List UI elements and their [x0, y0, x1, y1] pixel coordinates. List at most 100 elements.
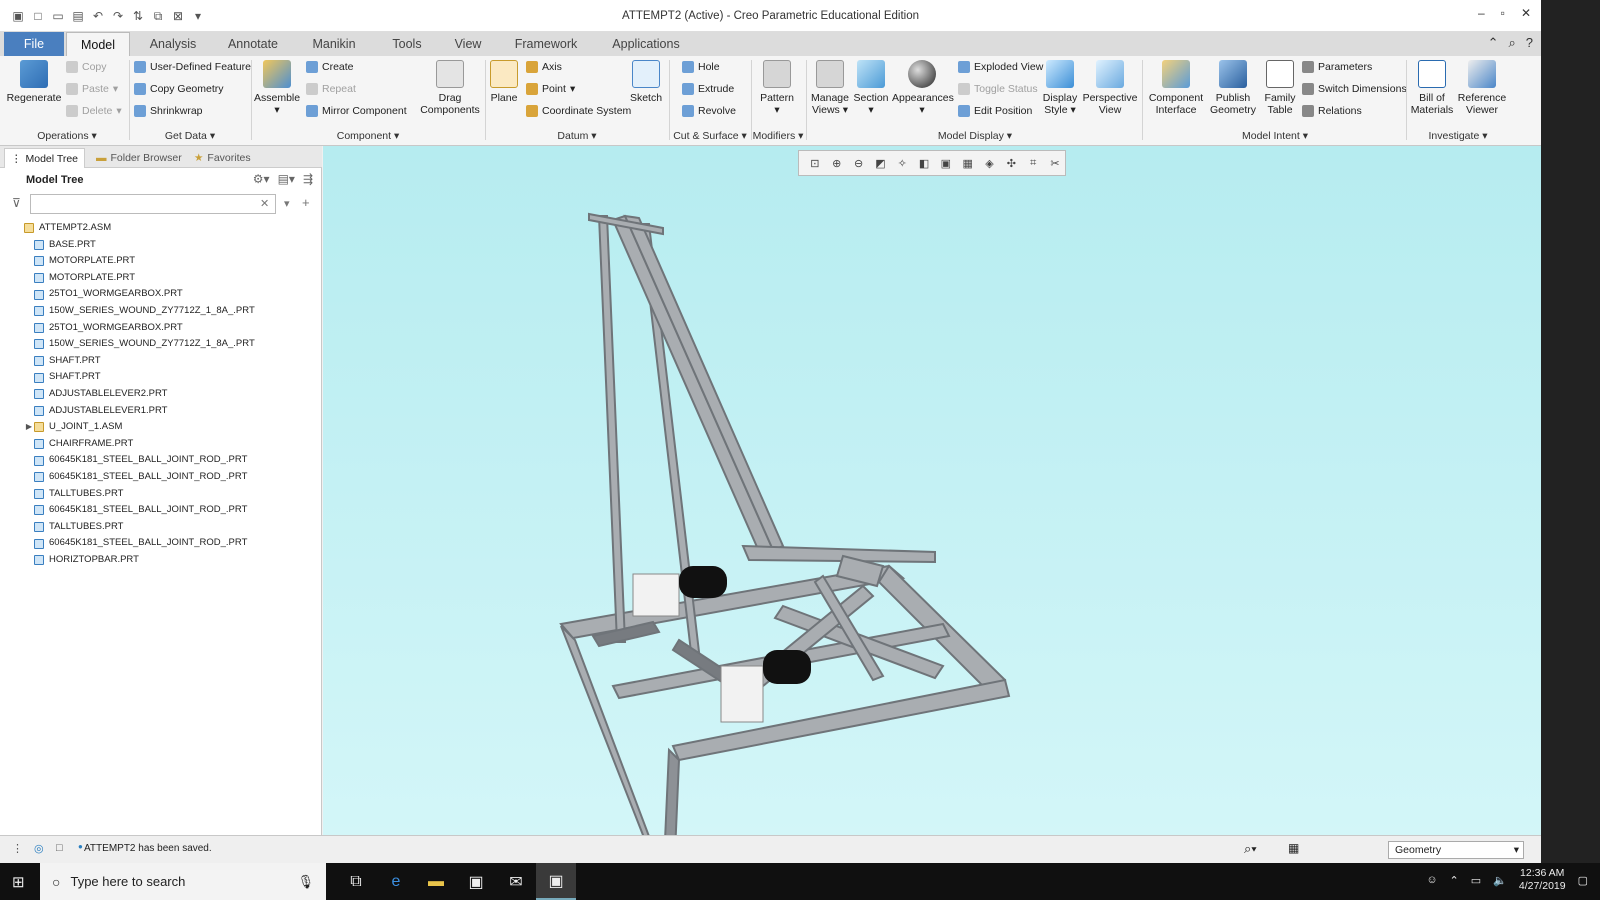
people-icon[interactable]: ☺ [1426, 874, 1437, 886]
group-operations[interactable]: Operations ▾ [6, 128, 128, 144]
repeat-button[interactable]: Repeat [306, 80, 356, 98]
assemble-button[interactable]: Assemble ▾ [254, 60, 300, 116]
hole-button[interactable]: Hole [682, 58, 720, 76]
tree-item[interactable]: BASE.PRT [0, 237, 322, 254]
group-modifiers[interactable]: Modifiers ▾ [752, 128, 804, 144]
tab-analysis[interactable]: Analysis [140, 32, 206, 56]
tree-item[interactable]: CHAIRFRAME.PRT [0, 436, 322, 453]
find-icon[interactable]: ⌕▾ [1244, 841, 1257, 857]
tree-item[interactable]: TALLTUBES.PRT [0, 486, 322, 503]
notifications-icon[interactable]: ▢ [1578, 874, 1588, 887]
point-button[interactable]: Point ▾ [526, 80, 575, 98]
copy-geometry-button[interactable]: Copy Geometry [134, 80, 224, 98]
component-interface-button[interactable]: Component Interface [1146, 60, 1206, 116]
assembly-model[interactable] [323, 146, 1541, 835]
pattern-button[interactable]: Pattern ▾ [756, 60, 798, 116]
display-style-button[interactable]: Display Style ▾ [1040, 60, 1080, 116]
tree-item[interactable]: ▶ U_JOINT_1.ASM [0, 419, 322, 436]
parameters-button[interactable]: Parameters [1302, 58, 1372, 76]
tab-model[interactable]: Model [66, 32, 130, 56]
family-table-button[interactable]: Family Table [1260, 60, 1300, 116]
extrude-button[interactable]: Extrude [682, 80, 734, 98]
udf-button[interactable]: User-Defined Feature [134, 58, 251, 76]
tree-item[interactable]: ADJUSTABLELEVER2.PRT [0, 386, 322, 403]
browser-toggle-icon[interactable]: ◎ [34, 842, 44, 855]
mirror-component-button[interactable]: Mirror Component [306, 102, 407, 120]
section-button[interactable]: Section ▾ [852, 60, 890, 116]
tab-tools[interactable]: Tools [384, 32, 430, 56]
tree-item[interactable]: ADJUSTABLELEVER1.PRT [0, 403, 322, 420]
tab-manikin[interactable]: Manikin [302, 32, 366, 56]
perspective-view-button[interactable]: Perspective View [1082, 60, 1138, 116]
plane-button[interactable]: Plane [488, 60, 520, 104]
group-get-data[interactable]: Get Data ▾ [130, 128, 250, 144]
close-icon[interactable]: ✕ [1521, 6, 1531, 20]
tree-item[interactable]: SHAFT.PRT [0, 369, 322, 386]
tree-item[interactable]: 60645K181_STEEL_BALL_JOINT_ROD_.PRT [0, 535, 322, 552]
selection-filter-select[interactable]: Geometry ▾ [1388, 841, 1524, 859]
copy-button[interactable]: Copy [66, 58, 107, 76]
group-investigate[interactable]: Investigate ▾ [1408, 128, 1508, 144]
tab-applications[interactable]: Applications [604, 32, 688, 56]
reference-viewer-button[interactable]: Reference Viewer [1456, 60, 1508, 116]
switch-dimensions-button[interactable]: Switch Dimensions [1302, 80, 1407, 98]
tree-item[interactable]: 60645K181_STEEL_BALL_JOINT_ROD_.PRT [0, 452, 322, 469]
fullscreen-icon[interactable]: □ [56, 842, 63, 854]
search-icon[interactable]: ⌕ [1508, 35, 1515, 51]
relations-button[interactable]: Relations [1302, 102, 1362, 120]
group-datum[interactable]: Datum ▾ [486, 128, 668, 144]
task-view-icon[interactable]: ⧉ [336, 863, 376, 900]
tree-item[interactable]: 25TO1_WORMGEARBOX.PRT [0, 286, 322, 303]
tab-folder-browser[interactable]: ▬ Folder Browser [90, 148, 188, 168]
tree-settings-icon[interactable]: ⚙▾ [253, 172, 270, 186]
paste-button[interactable]: Paste ▾ [66, 80, 118, 98]
manage-views-button[interactable]: Manage Views ▾ [810, 60, 850, 116]
tree-item[interactable]: 25TO1_WORMGEARBOX.PRT [0, 320, 322, 337]
clock[interactable]: 12:36 AM 4/27/2019 [1519, 867, 1566, 893]
coordinate-system-button[interactable]: Coordinate System [526, 102, 631, 120]
group-cut-surface[interactable]: Cut & Surface ▾ [670, 128, 750, 144]
clear-icon[interactable]: ✕ [260, 197, 269, 210]
tab-framework[interactable]: Framework [508, 32, 584, 56]
tab-model-tree[interactable]: ⋮ Model Tree [4, 148, 86, 168]
tree-item[interactable]: 60645K181_STEEL_BALL_JOINT_ROD_.PRT [0, 469, 322, 486]
tree-item[interactable]: 60645K181_STEEL_BALL_JOINT_ROD_.PRT [0, 502, 322, 519]
tree-item[interactable]: 150W_SERIES_WOUND_ZY7712Z_1_8A_.PRT [0, 303, 322, 320]
file-explorer-icon[interactable]: ▬ [416, 863, 456, 900]
exploded-view-button[interactable]: Exploded View [958, 58, 1043, 76]
tree-toggle-icon[interactable]: ⋮ [12, 842, 23, 855]
show-icon[interactable]: ▤▾ [278, 172, 295, 186]
tree-search-input[interactable] [30, 194, 276, 214]
filter-dropdown-icon[interactable]: ▾ [284, 197, 290, 210]
taskbar-search[interactable]: ○ Type here to search 🎙 [40, 863, 326, 900]
tree-root[interactable]: ATTEMPT2.ASM [0, 220, 322, 237]
tree-item[interactable]: HORIZTOPBAR.PRT [0, 552, 322, 569]
add-filter-icon[interactable]: + [302, 195, 310, 210]
microphone-icon[interactable]: 🎙 [297, 874, 314, 890]
drag-components-button[interactable]: Drag Components [416, 60, 484, 116]
edge-icon[interactable]: e [376, 863, 416, 900]
delete-button[interactable]: Delete ▾ [66, 102, 122, 120]
sketch-button[interactable]: Sketch [628, 60, 664, 104]
maximize-icon[interactable]: ▫ [1501, 6, 1505, 20]
tab-favorites[interactable]: ★ Favorites [188, 148, 257, 168]
group-model-display[interactable]: Model Display ▾ [808, 128, 1142, 144]
volume-icon[interactable]: 🔈 [1493, 874, 1507, 887]
selection-filter-icon[interactable]: ▦ [1288, 841, 1299, 855]
mail-icon[interactable]: ✉ [496, 863, 536, 900]
tray-chevron-icon[interactable]: ⌃ [1450, 874, 1459, 887]
windows-start-icon[interactable]: ⊞ [12, 873, 25, 891]
tree-item[interactable]: MOTORPLATE.PRT [0, 270, 322, 287]
revolve-button[interactable]: Revolve [682, 102, 736, 120]
help-icon[interactable]: ? [1526, 35, 1533, 51]
tree-item[interactable]: 150W_SERIES_WOUND_ZY7712Z_1_8A_.PRT [0, 336, 322, 353]
minimize-icon[interactable]: – [1478, 6, 1485, 20]
tab-view[interactable]: View [448, 32, 488, 56]
tab-annotate[interactable]: Annotate [220, 32, 286, 56]
tree-filter-icon[interactable]: ⇶ [303, 172, 313, 186]
group-model-intent[interactable]: Model Intent ▾ [1144, 128, 1406, 144]
create-button[interactable]: Create [306, 58, 354, 76]
store-icon[interactable]: ▣ [456, 863, 496, 900]
shrinkwrap-button[interactable]: Shrinkwrap [134, 102, 203, 120]
network-icon[interactable]: ▭ [1471, 874, 1481, 887]
